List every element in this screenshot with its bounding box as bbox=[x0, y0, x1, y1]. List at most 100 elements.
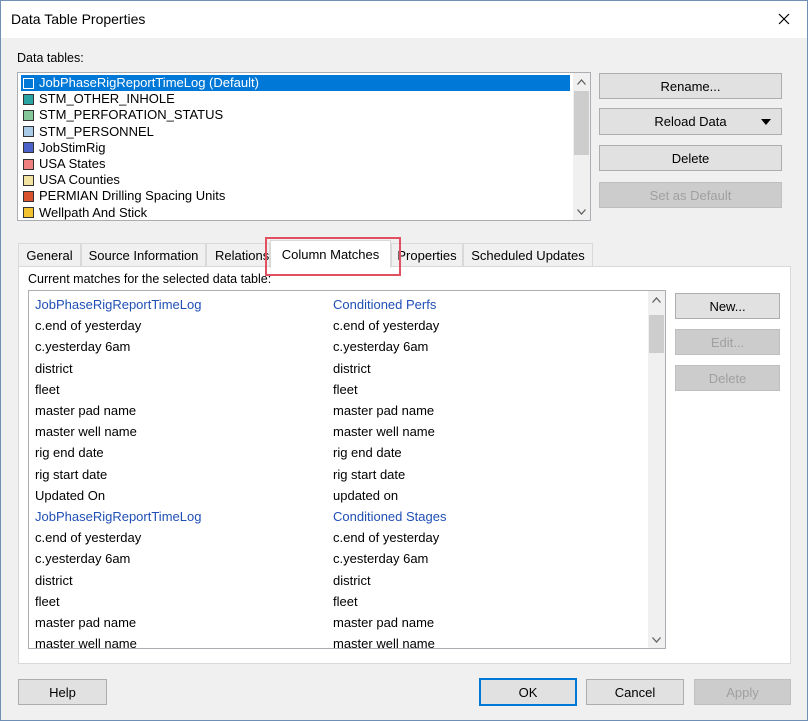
match-group-header[interactable]: JobPhaseRigReportTimeLog Conditioned Perf… bbox=[35, 294, 645, 315]
color-swatch-icon bbox=[23, 158, 34, 170]
match-right-column: master well name bbox=[333, 424, 435, 440]
tab-column-matches[interactable]: Column Matches bbox=[270, 240, 391, 268]
data-table-item[interactable]: PERMIAN Drilling Spacing Units bbox=[21, 188, 570, 204]
match-row[interactable]: master well name master well name bbox=[35, 421, 645, 442]
data-tables-list[interactable]: JobPhaseRigReportTimeLog (Default) STM_OT… bbox=[17, 72, 591, 221]
match-row[interactable]: Updated On updated on bbox=[35, 485, 645, 506]
match-row[interactable]: c.yesterday 6am c.yesterday 6am bbox=[35, 548, 645, 569]
color-swatch-icon bbox=[23, 207, 34, 219]
matches-scrollbar[interactable] bbox=[648, 291, 665, 648]
apply-button[interactable]: Apply bbox=[694, 679, 791, 705]
set-as-default-button[interactable]: Set as Default bbox=[599, 182, 782, 208]
close-button[interactable] bbox=[769, 6, 799, 32]
match-right-column: Conditioned Perfs bbox=[333, 297, 437, 312]
dialog-window: Data Table Properties Data tables: JobPh… bbox=[0, 0, 808, 721]
scroll-down-button[interactable] bbox=[573, 203, 590, 220]
match-row[interactable]: district district bbox=[35, 358, 645, 379]
match-right-column: district bbox=[333, 572, 371, 588]
match-group-header[interactable]: JobPhaseRigReportTimeLog Conditioned Stag… bbox=[35, 506, 645, 527]
match-row[interactable]: master pad name master pad name bbox=[35, 612, 645, 633]
tab-relations[interactable]: Relations bbox=[206, 243, 270, 267]
data-table-item[interactable]: JobPhaseRigReportTimeLog (Default) bbox=[21, 75, 570, 91]
column-matches-list[interactable]: JobPhaseRigReportTimeLog Conditioned Perf… bbox=[28, 290, 666, 649]
data-table-item-label: STM_PERFORATION_STATUS bbox=[39, 107, 224, 123]
data-tables-scrollbar[interactable] bbox=[573, 73, 590, 220]
match-row[interactable]: district district bbox=[35, 570, 645, 591]
matches-scroll-down-button[interactable] bbox=[648, 631, 665, 648]
match-left-column: master pad name bbox=[35, 615, 137, 630]
edit-match-button[interactable]: Edit... bbox=[675, 329, 780, 355]
data-table-item[interactable]: STM_PERSONNEL bbox=[21, 124, 570, 140]
scroll-up-button[interactable] bbox=[573, 73, 590, 90]
chevron-up-icon bbox=[577, 78, 586, 85]
match-left-column: district bbox=[35, 572, 73, 588]
match-left-column: rig start date bbox=[35, 466, 108, 482]
help-button[interactable]: Help bbox=[18, 679, 107, 705]
tab-properties[interactable]: Properties bbox=[391, 243, 463, 267]
cancel-button[interactable]: Cancel bbox=[586, 679, 684, 705]
data-table-item-label: Wellpath And Stick bbox=[39, 204, 148, 220]
reload-data-label: Reload Data bbox=[654, 114, 727, 129]
data-table-item[interactable]: Wellpath And Stick bbox=[21, 204, 570, 220]
scroll-thumb[interactable] bbox=[574, 91, 589, 155]
color-swatch-icon bbox=[23, 109, 34, 121]
match-row[interactable]: c.end of yesterday c.end of yesterday bbox=[35, 315, 645, 336]
match-row[interactable]: fleet fleet bbox=[35, 591, 645, 612]
chevron-up-icon bbox=[652, 296, 661, 303]
match-right-column: Conditioned Stages bbox=[333, 509, 447, 524]
match-row[interactable]: master well name master well name bbox=[35, 633, 645, 648]
match-row[interactable]: rig end date rig end date bbox=[35, 442, 645, 463]
chevron-down-icon bbox=[652, 636, 661, 643]
delete-table-button[interactable]: Delete bbox=[599, 145, 782, 171]
data-table-item[interactable]: JobStimRig bbox=[21, 140, 570, 156]
match-right-column: district bbox=[333, 360, 371, 376]
data-table-item-label: PERMIAN Drilling Spacing Units bbox=[39, 188, 226, 204]
match-row[interactable]: fleet fleet bbox=[35, 379, 645, 400]
data-table-item-label: USA States bbox=[39, 156, 106, 171]
color-swatch-icon bbox=[23, 190, 34, 202]
match-right-column: master pad name bbox=[333, 615, 435, 630]
match-left-column: c.yesterday 6am bbox=[35, 339, 131, 355]
data-table-item[interactable]: STM_PERFORATION_STATUS bbox=[21, 107, 570, 123]
matches-scroll-up-button[interactable] bbox=[648, 291, 665, 308]
match-row[interactable]: c.yesterday 6am c.yesterday 6am bbox=[35, 336, 645, 357]
match-right-column: fleet bbox=[333, 381, 358, 397]
match-row[interactable]: master pad name master pad name bbox=[35, 400, 645, 421]
match-right-column: c.yesterday 6am bbox=[333, 551, 429, 567]
data-table-item-label: STM_OTHER_INHOLE bbox=[39, 91, 175, 107]
match-right-column: c.end of yesterday bbox=[333, 530, 440, 546]
tab-general[interactable]: General bbox=[18, 243, 81, 267]
data-table-item-label: JobStimRig bbox=[39, 139, 106, 155]
match-left-column: fleet bbox=[35, 593, 60, 609]
tab-scheduled-updates[interactable]: Scheduled Updates bbox=[463, 243, 593, 267]
match-row[interactable]: rig start date rig start date bbox=[35, 464, 645, 485]
match-left-column: c.end of yesterday bbox=[35, 530, 142, 546]
data-table-item-label: STM_PERSONNEL bbox=[39, 123, 154, 139]
data-table-item[interactable]: USA Counties bbox=[21, 172, 570, 188]
data-tables-label: Data tables: bbox=[17, 51, 84, 65]
match-left-column: master well name bbox=[35, 424, 137, 440]
match-left-column: c.end of yesterday bbox=[35, 318, 142, 334]
match-row[interactable]: c.end of yesterday c.end of yesterday bbox=[35, 527, 645, 548]
data-table-item[interactable]: STM_OTHER_INHOLE bbox=[21, 91, 570, 107]
match-left-column: master pad name bbox=[35, 403, 137, 418]
color-swatch-icon bbox=[23, 77, 34, 89]
title-bar: Data Table Properties bbox=[1, 1, 807, 38]
current-matches-label: Current matches for the selected data ta… bbox=[28, 272, 272, 286]
new-match-button[interactable]: New... bbox=[675, 293, 780, 319]
match-left-column: district bbox=[35, 360, 73, 376]
match-right-column: master pad name bbox=[333, 403, 435, 418]
data-table-item[interactable]: USA States bbox=[21, 156, 570, 172]
tab-source-information[interactable]: Source Information bbox=[81, 243, 206, 267]
match-left-column: c.yesterday 6am bbox=[35, 551, 131, 567]
close-icon bbox=[778, 13, 790, 25]
delete-match-button[interactable]: Delete bbox=[675, 365, 780, 391]
matches-scroll-thumb[interactable] bbox=[649, 315, 664, 353]
reload-data-button[interactable]: Reload Data bbox=[599, 108, 782, 135]
color-swatch-icon bbox=[23, 93, 34, 105]
rename-button[interactable]: Rename... bbox=[599, 73, 782, 99]
ok-button[interactable]: OK bbox=[479, 678, 577, 706]
data-table-item-label: USA Counties bbox=[39, 172, 120, 188]
color-swatch-icon bbox=[23, 126, 34, 138]
match-left-column: JobPhaseRigReportTimeLog bbox=[35, 509, 202, 524]
